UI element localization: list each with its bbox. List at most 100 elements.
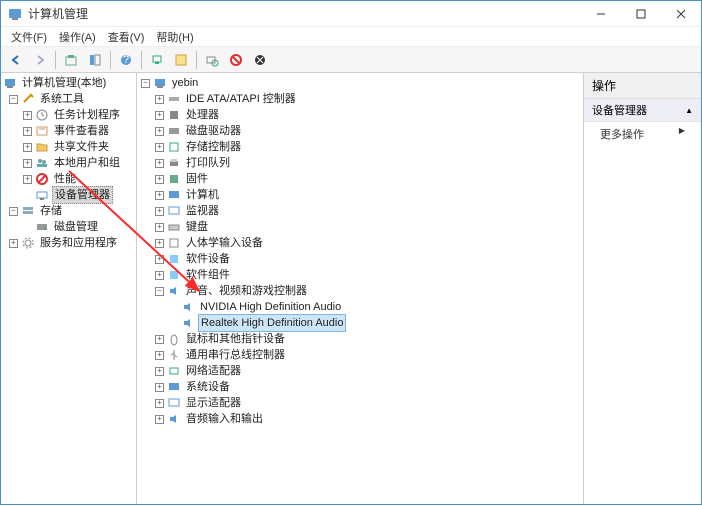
expand-icon[interactable]: + — [155, 367, 164, 376]
tree-keyboard[interactable]: +键盘 — [137, 219, 583, 235]
keyboard-icon — [167, 220, 181, 234]
tools-icon — [21, 92, 35, 106]
tree-nvidia-audio[interactable]: NVIDIA High Definition Audio — [137, 299, 583, 315]
node-label: 计算机 — [184, 187, 221, 203]
tree-root-computer-mgmt[interactable]: 计算机管理(本地) — [1, 75, 136, 91]
expand-icon[interactable]: + — [155, 271, 164, 280]
tree-ide[interactable]: +IDE ATA/ATAPI 控制器 — [137, 91, 583, 107]
expand-icon[interactable]: + — [23, 143, 32, 152]
properties-button[interactable] — [170, 49, 192, 71]
minimize-button[interactable] — [581, 1, 621, 26]
tree-system-tools[interactable]: − 系统工具 — [1, 91, 136, 107]
tree-print-queue[interactable]: +打印队列 — [137, 155, 583, 171]
expand-icon[interactable]: + — [155, 175, 164, 184]
tree-storage[interactable]: − 存储 — [1, 203, 136, 219]
expand-icon[interactable]: + — [9, 239, 18, 248]
storage-icon — [21, 204, 35, 218]
uninstall-button[interactable] — [249, 49, 271, 71]
tree-services-apps[interactable]: + 服务和应用程序 — [1, 235, 136, 251]
expand-icon[interactable]: + — [23, 159, 32, 168]
tree-audio-io[interactable]: + 音频输入和输出 — [137, 411, 583, 427]
scan-button[interactable] — [201, 49, 223, 71]
menu-help[interactable]: 帮助(H) — [150, 29, 199, 45]
monitor-icon — [167, 204, 181, 218]
tree-root-machine[interactable]: − yebin — [137, 75, 583, 91]
window-title: 计算机管理 — [28, 5, 581, 22]
expand-icon[interactable]: + — [23, 127, 32, 136]
expand-icon[interactable]: + — [155, 255, 164, 264]
help-button[interactable]: ? — [115, 49, 137, 71]
close-button[interactable] — [661, 1, 701, 26]
expand-icon[interactable]: + — [155, 335, 164, 344]
devices-button[interactable] — [146, 49, 168, 71]
tree-shared-folders[interactable]: + 共享文件夹 — [1, 139, 136, 155]
tree-disk-drive[interactable]: +磁盘驱动器 — [137, 123, 583, 139]
mouse-icon — [167, 332, 181, 346]
expand-icon[interactable]: + — [23, 175, 32, 184]
expand-icon[interactable]: + — [155, 95, 164, 104]
forward-button[interactable] — [29, 49, 51, 71]
node-label: 网络适配器 — [184, 363, 243, 379]
tree-disk-mgmt[interactable]: 磁盘管理 — [1, 219, 136, 235]
menu-action[interactable]: 操作(A) — [53, 29, 102, 45]
display-icon — [167, 396, 181, 410]
tree-software-dev[interactable]: +软件设备 — [137, 251, 583, 267]
tree-event-viewer[interactable]: + 事件查看器 — [1, 123, 136, 139]
expand-icon[interactable]: + — [23, 111, 32, 120]
tree-system-dev[interactable]: + 系统设备 — [137, 379, 583, 395]
tree-device-manager[interactable]: 设备管理器 — [1, 187, 136, 203]
tree-usb[interactable]: +通用串行总线控制器 — [137, 347, 583, 363]
actions-more[interactable]: 更多操作 ▶ — [584, 122, 701, 146]
expand-icon[interactable]: + — [155, 207, 164, 216]
sound-icon — [167, 284, 181, 298]
node-label: 存储控制器 — [184, 139, 243, 155]
expand-icon[interactable]: + — [155, 191, 164, 200]
expand-icon[interactable]: + — [155, 239, 164, 248]
back-button[interactable] — [5, 49, 27, 71]
tree-software-comp[interactable]: +软件组件 — [137, 267, 583, 283]
tree-task-scheduler[interactable]: + 任务计划程序 — [1, 107, 136, 123]
tree-realtek-audio[interactable]: Realtek High Definition Audio — [137, 315, 583, 331]
actions-subheader[interactable]: 设备管理器 ▲ — [584, 99, 701, 122]
expand-icon[interactable]: + — [155, 223, 164, 232]
tree-local-users[interactable]: + 本地用户和组 — [1, 155, 136, 171]
expand-icon[interactable]: + — [155, 351, 164, 360]
collapse-icon[interactable]: − — [141, 79, 150, 88]
expand-icon[interactable]: + — [155, 159, 164, 168]
disable-button[interactable] — [225, 49, 247, 71]
tree-mouse[interactable]: +鼠标和其他指针设备 — [137, 331, 583, 347]
left-tree[interactable]: 计算机管理(本地) − 系统工具 + 任务计划程序 + 事件查看器 + 共享文件… — [1, 73, 136, 253]
users-icon — [35, 156, 49, 170]
collapse-icon[interactable]: − — [9, 207, 18, 216]
actions-more-label: 更多操作 — [600, 129, 644, 141]
tree-network[interactable]: + 网络适配器 — [137, 363, 583, 379]
tree-cpu[interactable]: +处理器 — [137, 107, 583, 123]
tree-display[interactable]: +显示适配器 — [137, 395, 583, 411]
menu-file[interactable]: 文件(F) — [5, 29, 53, 45]
tree-sound[interactable]: −声音、视频和游戏控制器 — [137, 283, 583, 299]
device-tree[interactable]: − yebin +IDE ATA/ATAPI 控制器 +处理器 +磁盘驱动器 +… — [137, 73, 583, 429]
expand-icon[interactable]: + — [155, 383, 164, 392]
maximize-button[interactable] — [621, 1, 661, 26]
tree-hid[interactable]: +人体学输入设备 — [137, 235, 583, 251]
show-hide-tree-button[interactable] — [84, 49, 106, 71]
expand-icon[interactable]: + — [155, 415, 164, 424]
node-label: NVIDIA High Definition Audio — [198, 299, 343, 315]
menu-view[interactable]: 查看(V) — [102, 29, 151, 45]
tree-firmware[interactable]: +固件 — [137, 171, 583, 187]
expand-icon[interactable]: + — [155, 399, 164, 408]
expand-icon[interactable]: + — [155, 127, 164, 136]
node-label: 系统设备 — [184, 379, 232, 395]
node-label: 磁盘管理 — [52, 219, 100, 235]
tree-monitor[interactable]: +监视器 — [137, 203, 583, 219]
tree-performance[interactable]: + 性能 — [1, 171, 136, 187]
collapse-icon[interactable]: − — [155, 287, 164, 296]
expand-icon[interactable]: + — [155, 111, 164, 120]
speaker-icon — [181, 300, 195, 314]
up-button[interactable] — [60, 49, 82, 71]
collapse-icon[interactable]: − — [9, 95, 18, 104]
expand-icon[interactable]: + — [155, 143, 164, 152]
tree-storage-ctrl[interactable]: + 存储控制器 — [137, 139, 583, 155]
node-label: 音频输入和输出 — [184, 411, 265, 427]
tree-computer[interactable]: + 计算机 — [137, 187, 583, 203]
